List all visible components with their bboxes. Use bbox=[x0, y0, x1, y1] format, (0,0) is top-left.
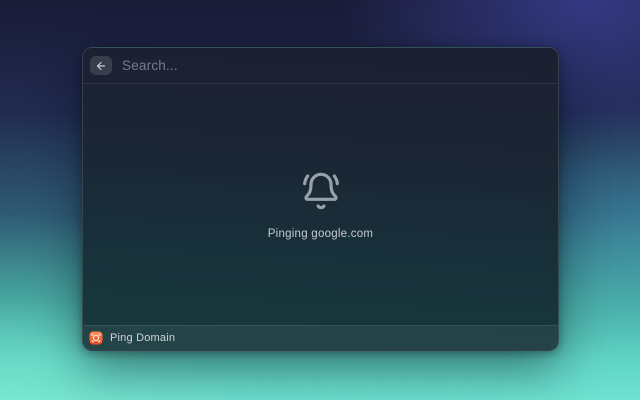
desktop: Pinging google.com Ping Domain bbox=[0, 0, 640, 400]
bell-ring-icon bbox=[302, 172, 339, 209]
action-bar: Ping Domain bbox=[83, 325, 558, 350]
command-name: Ping Domain bbox=[110, 332, 176, 344]
search-bar bbox=[83, 48, 558, 84]
launcher-window: Pinging google.com Ping Domain bbox=[82, 47, 559, 351]
content-area: Pinging google.com bbox=[83, 85, 558, 325]
status-message: Pinging google.com bbox=[267, 227, 374, 240]
back-button[interactable] bbox=[90, 56, 112, 75]
search-input[interactable] bbox=[118, 48, 548, 83]
arrow-left-icon bbox=[96, 61, 106, 70]
ping-domain-icon bbox=[89, 331, 103, 345]
